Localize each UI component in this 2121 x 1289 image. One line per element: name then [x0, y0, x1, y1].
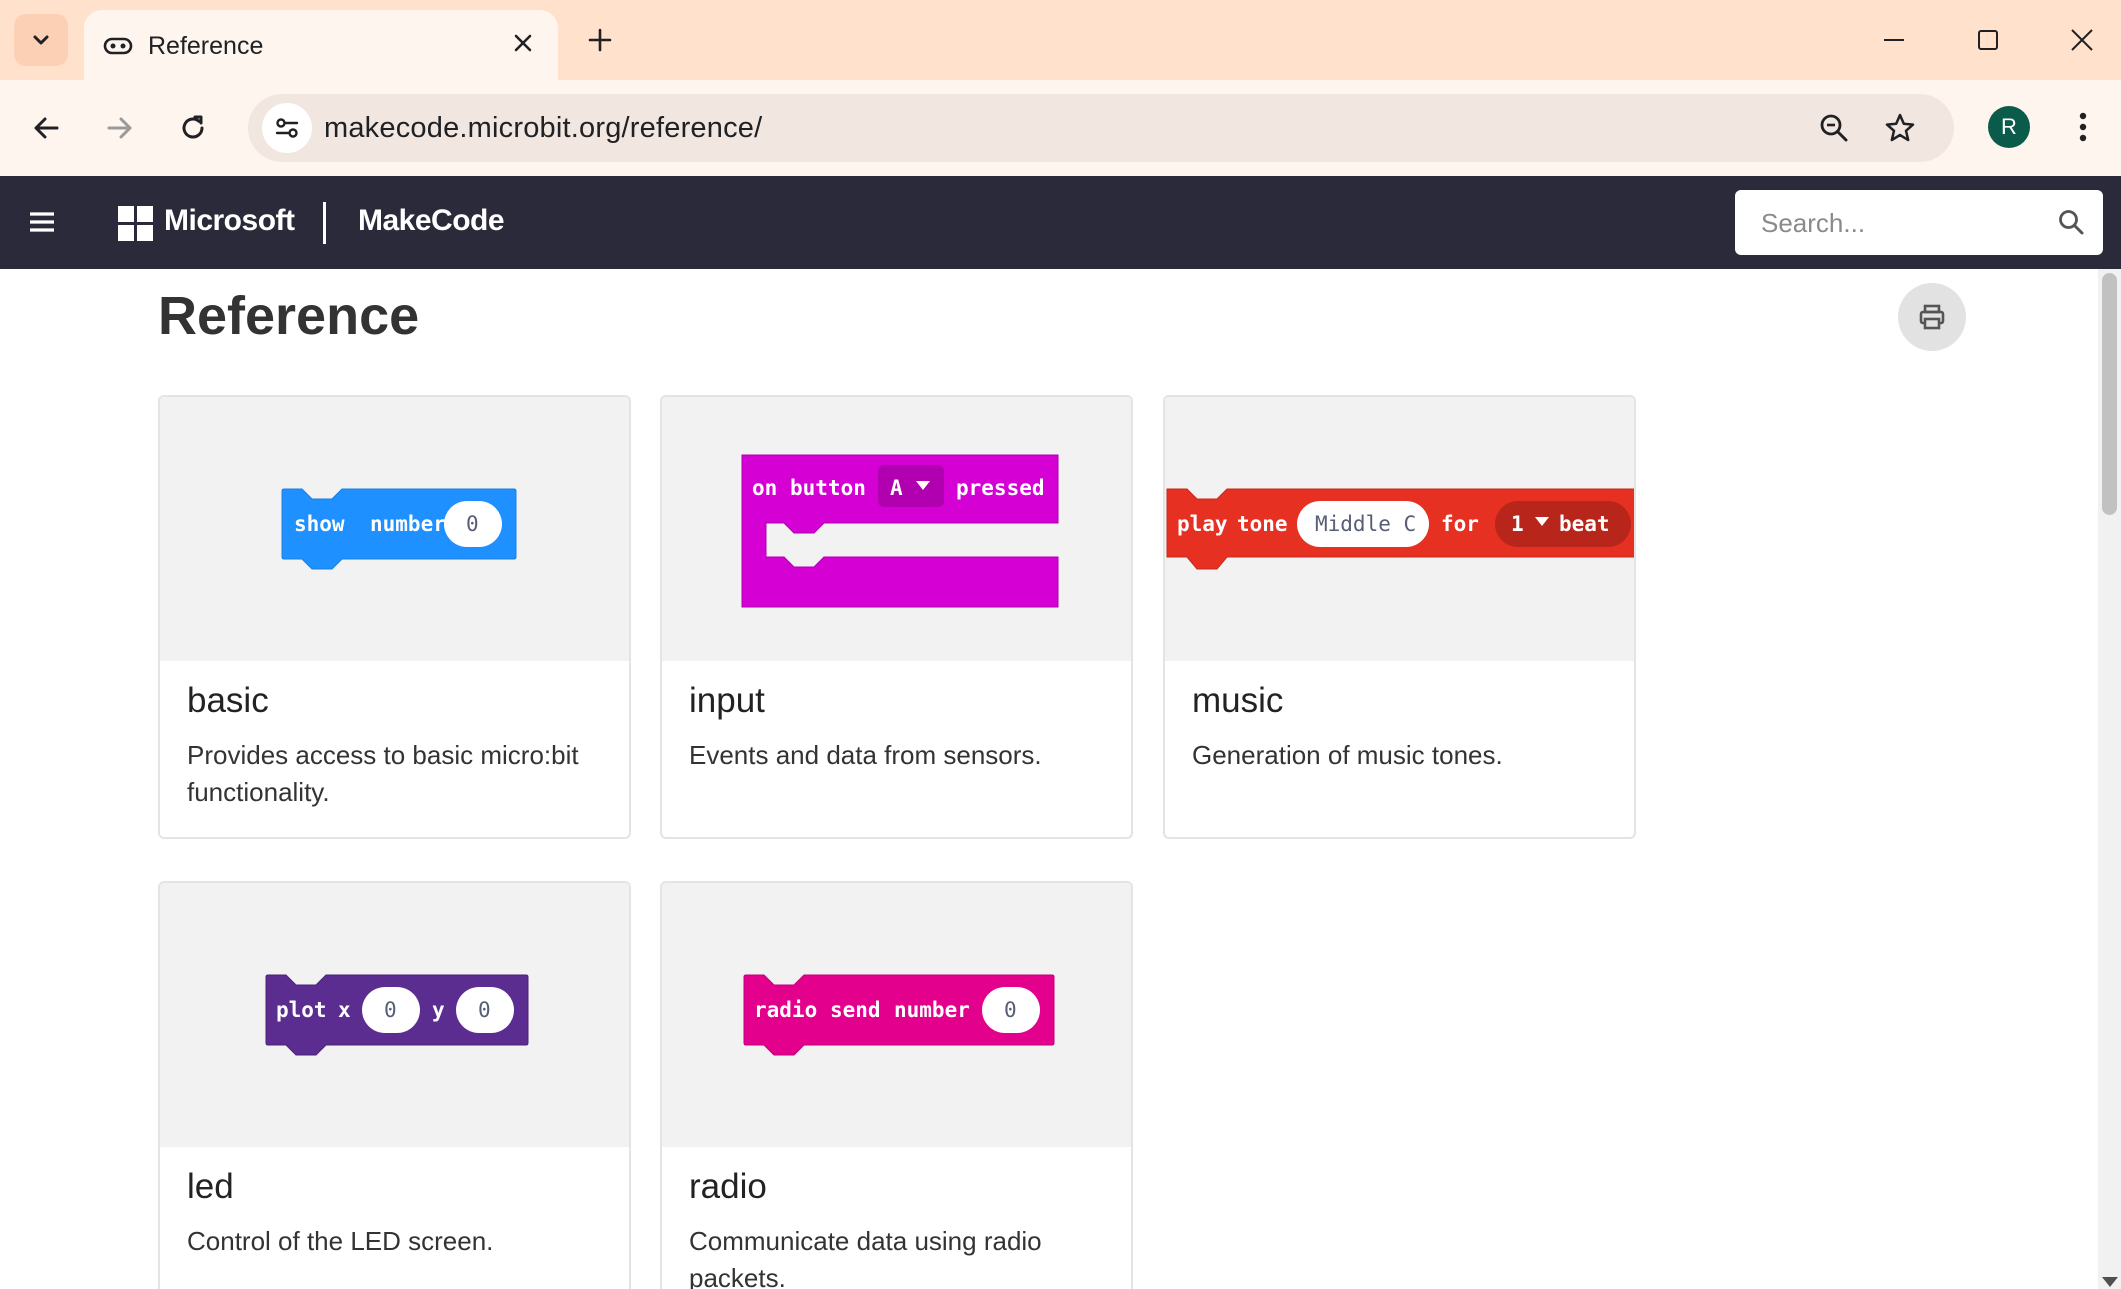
site-header: Microsoft MakeCode	[0, 176, 2121, 269]
address-bar[interactable]: makecode.microbit.org/reference/	[248, 94, 1954, 162]
tune-icon	[275, 118, 299, 138]
browser-menu-button[interactable]	[2058, 102, 2108, 152]
tab-title: Reference	[148, 32, 264, 60]
print-button[interactable]	[1898, 283, 1966, 351]
maximize-icon	[1978, 30, 1998, 50]
scroll-down-arrow-icon[interactable]	[2102, 1277, 2118, 1287]
print-icon	[1919, 304, 1945, 330]
block-keyword: pressed	[956, 476, 1045, 500]
search-icon[interactable]	[2057, 208, 2085, 236]
back-button[interactable]	[20, 102, 72, 154]
card-radio[interactable]: radio send number 0 radio Communicate da…	[660, 881, 1133, 1289]
tab-search-button[interactable]	[14, 14, 68, 66]
main-content: Reference show number 0 basic Provides a…	[0, 269, 2098, 1289]
new-tab-button[interactable]	[578, 18, 622, 62]
card-description: Events and data from sensors.	[689, 740, 1042, 770]
block-keyword: for	[1441, 512, 1479, 536]
card-image: play tone Middle C for 1 beat	[1165, 397, 1634, 661]
maximize-button[interactable]	[1958, 16, 2018, 64]
block-keyword: number	[370, 512, 446, 536]
plus-icon	[588, 28, 612, 52]
star-icon	[1885, 113, 1915, 142]
makecode-brand[interactable]: MakeCode	[358, 204, 505, 238]
header-divider	[323, 202, 326, 244]
hamburger-icon	[30, 212, 54, 232]
block-value: 0	[1004, 998, 1017, 1022]
site-info-button[interactable]	[262, 103, 312, 153]
tab-close-button[interactable]	[504, 24, 542, 62]
radio-send-number-block: radio send number 0	[743, 974, 1055, 1056]
card-title: music	[1192, 681, 1284, 720]
zoom-button[interactable]	[1812, 106, 1856, 150]
card-title: input	[689, 681, 765, 720]
card-description: Generation of music tones.	[1192, 740, 1503, 770]
card-music[interactable]: play tone Middle C for 1 beat music Gene…	[1163, 395, 1636, 839]
on-button-pressed-block: on button A pressed	[741, 454, 1059, 608]
microsoft-brand[interactable]: Microsoft	[164, 204, 295, 238]
microsoft-logo-icon[interactable]	[118, 206, 154, 242]
block-keyword: on	[752, 476, 777, 500]
hamburger-menu-button[interactable]	[22, 202, 62, 242]
chevron-down-icon	[33, 35, 49, 45]
card-input[interactable]: on button A pressed input Events and dat…	[660, 395, 1133, 839]
block-keyword: x	[338, 998, 351, 1022]
card-description: Provides access to basic micro:bit funct…	[187, 740, 579, 807]
site-search	[1735, 190, 2103, 257]
url-text[interactable]: makecode.microbit.org/reference/	[324, 112, 762, 145]
bookmark-button[interactable]	[1878, 106, 1922, 150]
card-led[interactable]: plot x 0 y 0 led Control of the LED scre…	[158, 881, 631, 1289]
browser-toolbar: makecode.microbit.org/reference/ R	[0, 80, 2121, 177]
block-keyword: button	[790, 476, 866, 500]
profile-avatar[interactable]: R	[1988, 106, 2030, 148]
page-scrollbar[interactable]	[2098, 269, 2121, 1289]
back-arrow-icon	[34, 117, 59, 139]
plot-xy-block: plot x 0 y 0	[265, 974, 529, 1056]
scrollbar-thumb[interactable]	[2102, 273, 2117, 515]
kebab-menu-icon	[2079, 112, 2087, 142]
card-title: radio	[689, 1167, 767, 1206]
card-basic[interactable]: show number 0 basic Provides access to b…	[158, 395, 631, 839]
block-keyword: send	[830, 998, 881, 1022]
zoom-icon	[1820, 114, 1848, 142]
browser-tab-strip: Reference	[0, 0, 2121, 80]
minimize-button[interactable]	[1864, 16, 1924, 64]
block-value: 0	[478, 998, 491, 1022]
card-title: basic	[187, 681, 269, 720]
card-image: on button A pressed	[662, 397, 1131, 661]
minimize-icon	[1884, 39, 1904, 41]
reload-button[interactable]	[167, 102, 219, 154]
block-value: Middle C	[1315, 512, 1416, 536]
window-close-button[interactable]	[2052, 16, 2112, 64]
block-keyword: show	[294, 512, 345, 536]
reload-icon	[182, 115, 204, 139]
block-keyword: radio	[754, 998, 817, 1022]
block-keyword: beat	[1559, 512, 1610, 536]
browser-tab-active[interactable]: Reference	[84, 10, 558, 80]
forward-arrow-icon	[107, 117, 132, 139]
card-description: Control of the LED screen.	[187, 1226, 494, 1256]
block-value: 0	[466, 512, 479, 536]
block-keyword: tone	[1237, 512, 1288, 536]
makecode-icon	[103, 37, 133, 55]
card-description: Communicate data using radio packets.	[689, 1226, 1042, 1289]
card-image: show number 0	[160, 397, 629, 661]
search-input[interactable]	[1735, 190, 2063, 257]
play-tone-block: play tone Middle C for 1 beat	[1166, 488, 1634, 570]
close-icon	[2071, 29, 2093, 51]
block-keyword: play	[1177, 512, 1228, 536]
card-image: radio send number 0	[662, 883, 1131, 1147]
block-dropdown: A	[890, 476, 903, 500]
forward-button[interactable]	[94, 102, 146, 154]
block-dropdown: 1	[1511, 512, 1524, 536]
block-keyword: plot	[276, 998, 327, 1022]
card-image: plot x 0 y 0	[160, 883, 629, 1147]
show-number-block: show number 0	[281, 488, 517, 570]
card-title: led	[187, 1167, 234, 1206]
block-keyword: number	[894, 998, 970, 1022]
block-value: 0	[384, 998, 397, 1022]
block-keyword: y	[432, 998, 445, 1022]
page-title: Reference	[158, 286, 420, 346]
close-icon	[514, 34, 532, 52]
